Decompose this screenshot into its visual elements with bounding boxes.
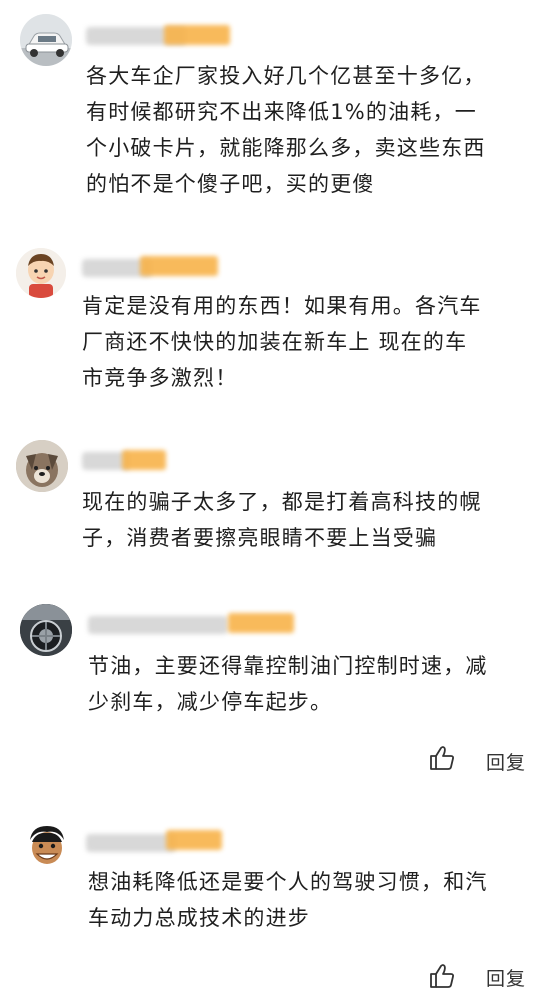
- comment-line: 现在的骗子太多了，都是打着高科技的幌: [82, 490, 482, 514]
- comment-line: 个小破卡片，就能降那么多，卖这些东西: [86, 136, 486, 160]
- avatar[interactable]: [22, 822, 72, 872]
- comment-text: 想油耗降低还是要个人的驾驶习惯，和汽 车动力总成技术的进步: [88, 864, 488, 936]
- comment-line: 少刹车，减少停车起步。: [88, 690, 333, 714]
- avatar[interactable]: [16, 248, 66, 298]
- thumbs-up-icon: [430, 964, 454, 988]
- comment-line: 车动力总成技术的进步: [88, 906, 310, 930]
- comment-line: 子，消费者要擦亮眼睛不要上当受骗: [82, 526, 438, 550]
- username-blurred[interactable]: [86, 834, 176, 852]
- comment-line: 有时候都研究不出来降低1%的油耗，一: [86, 100, 477, 124]
- comment-line: 想油耗降低还是要个人的驾驶习惯，和汽: [88, 870, 488, 894]
- avatar[interactable]: [20, 14, 72, 66]
- username-blurred[interactable]: [88, 616, 228, 634]
- avatar[interactable]: [20, 604, 72, 656]
- like-button[interactable]: [428, 962, 456, 990]
- dog-avatar-icon: [16, 440, 68, 492]
- comment-line: 市竞争多激烈！: [82, 366, 238, 390]
- user-badge-blurred: [166, 830, 222, 850]
- comment-line: 各大车企厂家投入好几个亿甚至十多亿，: [86, 64, 486, 88]
- reply-button[interactable]: 回复: [486, 748, 526, 775]
- comment-line: 肯定是没有用的东西！如果有用。各汽车: [82, 294, 482, 318]
- comment-text: 肯定是没有用的东西！如果有用。各汽车 厂商还不快快的加装在新车上 现在的车 市竞…: [82, 288, 482, 396]
- cartoon-boy-avatar-icon: [16, 248, 66, 298]
- avatar[interactable]: [16, 440, 68, 492]
- car-avatar-icon: [20, 14, 72, 66]
- comment-line: 节油，主要还得靠控制油门控制时速，减: [88, 654, 488, 678]
- user-badge-blurred: [122, 450, 166, 470]
- comment-text: 节油，主要还得靠控制油门控制时速，减 少刹车，减少停车起步。: [88, 648, 488, 720]
- comment-line: 的怕不是个傻子吧，买的更傻: [86, 172, 375, 196]
- user-badge-blurred: [140, 256, 218, 276]
- comment-line: 厂商还不快快的加装在新车上 现在的车: [82, 330, 468, 354]
- thumbs-up-icon: [430, 746, 454, 770]
- user-badge-blurred: [164, 25, 230, 45]
- comment-text: 各大车企厂家投入好几个亿甚至十多亿， 有时候都研究不出来降低1%的油耗，一 个小…: [86, 58, 486, 202]
- car-wheel-avatar-icon: [20, 604, 72, 656]
- like-button[interactable]: [428, 744, 456, 772]
- cartoon-face-avatar-icon: [22, 822, 72, 872]
- reply-button[interactable]: 回复: [486, 964, 526, 991]
- user-badge-blurred: [228, 613, 294, 633]
- comment-text: 现在的骗子太多了，都是打着高科技的幌 子，消费者要擦亮眼睛不要上当受骗: [82, 484, 482, 556]
